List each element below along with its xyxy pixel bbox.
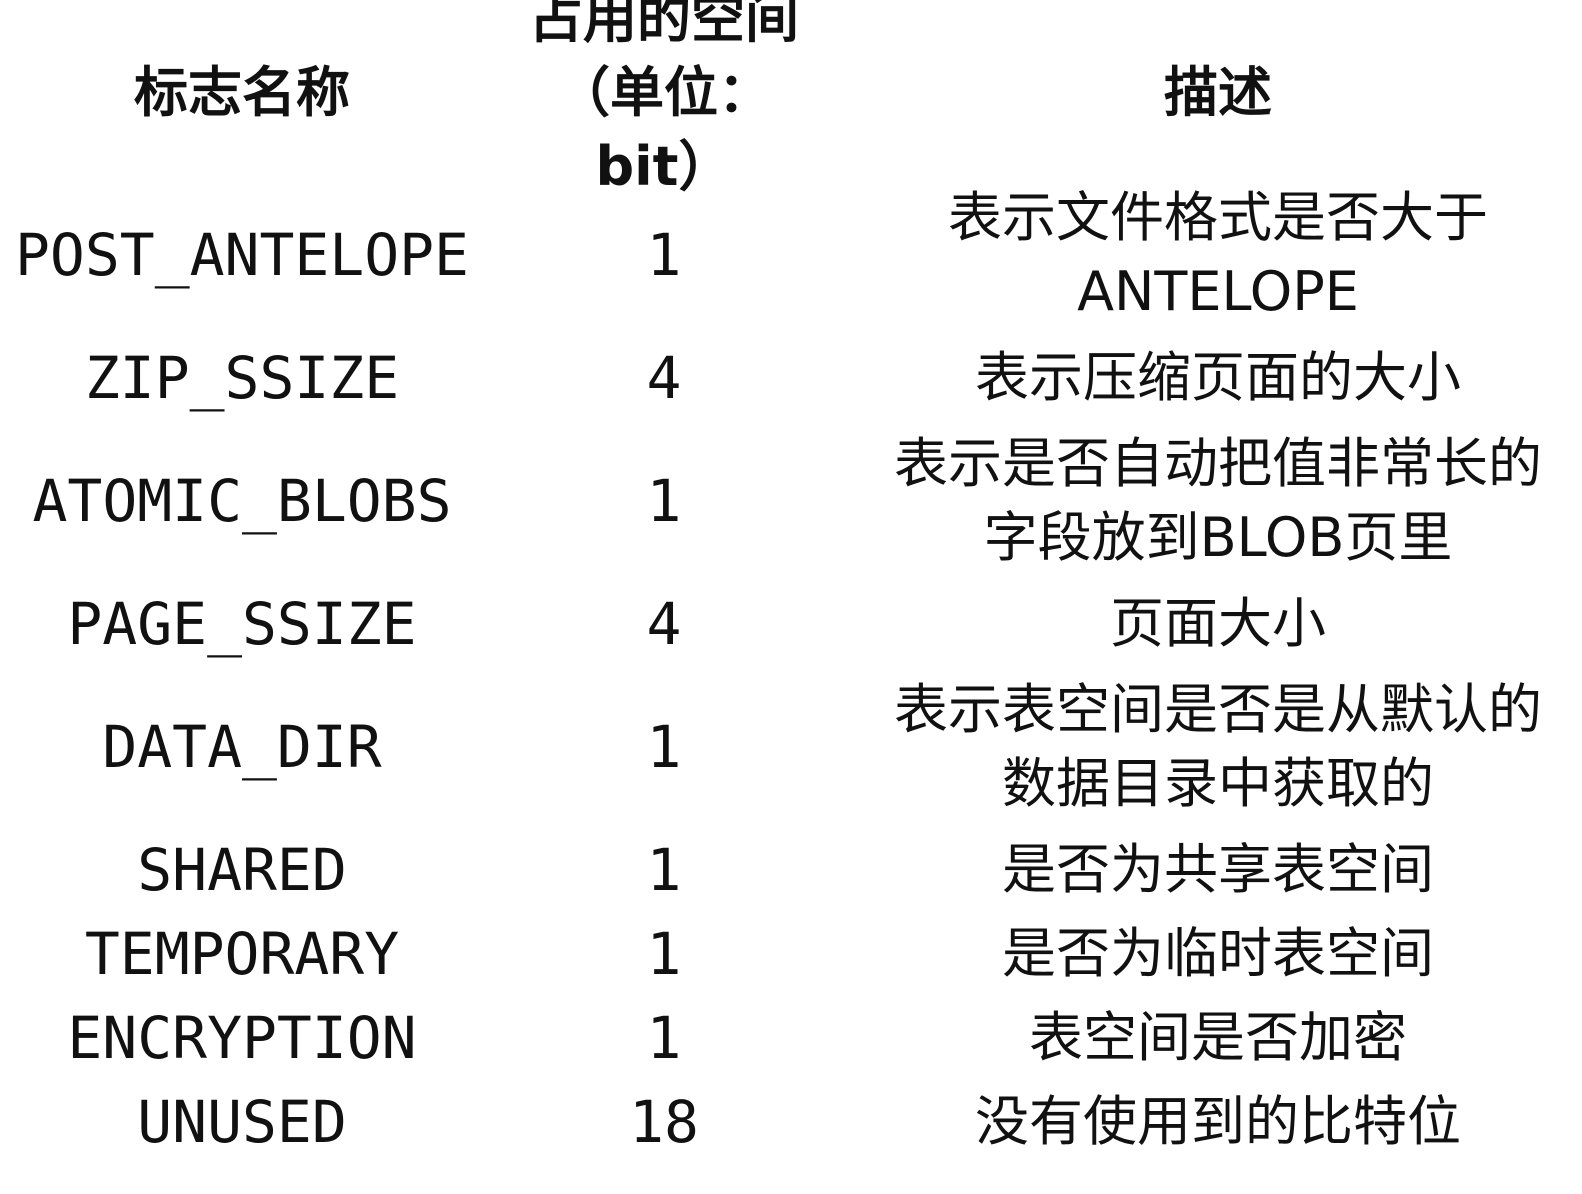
table-row: DATA_DIR 1 表示表空间是否是从默认的 数据目录中获取的 — [0, 672, 1582, 822]
table-row: UNUSED 18 没有使用到的比特位 — [0, 1082, 1582, 1162]
flag-desc-line1: 表示文件格式是否大于 — [948, 186, 1488, 249]
table-row: TEMPORARY 1 是否为临时表空间 — [0, 914, 1582, 994]
header-desc-cell: 描述 — [868, 16, 1568, 170]
flag-size: 1 — [646, 1004, 682, 1072]
flag-desc-line1: 没有使用到的比特位 — [975, 1090, 1461, 1153]
flag-desc-line1: 表示压缩页面的大小 — [975, 346, 1461, 409]
flag-desc-line1: 表空间是否加密 — [1029, 1006, 1407, 1069]
flag-desc-line1: 表示表空间是否是从默认的 — [894, 678, 1542, 741]
flag-name: TEMPORARY — [84, 920, 400, 988]
flag-name: ZIP_SSIZE — [84, 344, 400, 412]
table-row: ZIP_SSIZE 4 表示压缩页面的大小 — [0, 338, 1582, 418]
header-flag-name: 标志名称 — [134, 61, 350, 124]
flags-table: 标志名称 占用的空间 （单位：bit） 描述 POST_ANTELOPE 1 表… — [0, 0, 1582, 1194]
flag-name: POST_ANTELOPE — [15, 221, 469, 289]
header-size-line1: 占用的空间 — [529, 0, 799, 50]
flag-size: 4 — [646, 590, 682, 658]
header-size-cell: 占用的空间 （单位：bit） — [524, 0, 804, 198]
flag-size: 1 — [646, 467, 682, 535]
flag-name: DATA_DIR — [102, 713, 382, 781]
flag-name: SHARED — [137, 836, 347, 904]
flag-desc-line1: 是否为共享表空间 — [1002, 838, 1434, 901]
flag-desc-line2: 数据目录中获取的 — [1002, 752, 1434, 815]
flag-desc-line1: 是否为临时表空间 — [1002, 922, 1434, 985]
table-header: 标志名称 占用的空间 （单位：bit） 描述 — [0, 0, 1582, 198]
flag-size: 18 — [629, 1088, 699, 1156]
header-description: 描述 — [1164, 61, 1272, 124]
flag-name: PAGE_SSIZE — [67, 590, 417, 658]
flag-name: ATOMIC_BLOBS — [32, 467, 452, 535]
flag-desc-line2: 字段放到BLOB页里 — [983, 506, 1453, 569]
flag-name: UNUSED — [137, 1088, 347, 1156]
table-row: ATOMIC_BLOBS 1 表示是否自动把值非常长的 字段放到BLOB页里 — [0, 426, 1582, 576]
flag-size: 1 — [646, 221, 682, 289]
flag-desc-line2: ANTELOPE — [1077, 260, 1359, 323]
table-row: SHARED 1 是否为共享表空间 — [0, 830, 1582, 910]
flag-size: 1 — [646, 920, 682, 988]
flag-name: ENCRYPTION — [67, 1004, 417, 1072]
table-row: POST_ANTELOPE 1 表示文件格式是否大于 ANTELOPE — [0, 180, 1582, 330]
flag-desc-line1: 页面大小 — [1110, 592, 1326, 655]
flag-size: 1 — [646, 713, 682, 781]
table-row: PAGE_SSIZE 4 页面大小 — [0, 584, 1582, 664]
flag-size: 4 — [646, 344, 682, 412]
header-name-cell: 标志名称 — [0, 16, 484, 170]
table-row: ENCRYPTION 1 表空间是否加密 — [0, 998, 1582, 1078]
flag-desc-line1: 表示是否自动把值非常长的 — [894, 432, 1542, 495]
flag-size: 1 — [646, 836, 682, 904]
